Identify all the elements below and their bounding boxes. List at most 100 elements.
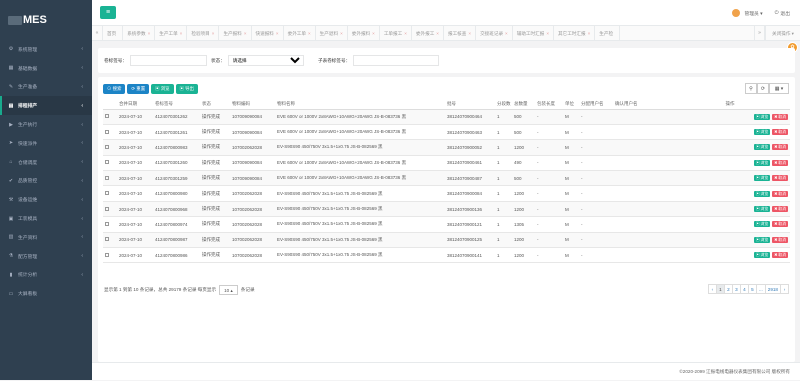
logout-icon[interactable]: ⏻ — [775, 10, 779, 16]
table-row[interactable]: 2024-07-10 4124070301261 操作完成 107009090084 E… — [103, 124, 790, 141]
sidebar-item[interactable]: ▤ 排程排产 ‹ — [0, 96, 92, 116]
close-icon[interactable]: × — [180, 31, 183, 36]
row-checkbox[interactable] — [105, 114, 109, 119]
tabs-scroll-left-button[interactable]: « — [92, 25, 103, 41]
tab[interactable]: 快速报料 × — [252, 25, 284, 41]
tab[interactable]: 生产报料 × — [219, 25, 252, 41]
sidebar-item[interactable]: ⌂ 仓储调度 ‹ — [0, 153, 92, 172]
row-view-button[interactable]: ▣ 浏览 — [753, 252, 771, 259]
user-menu[interactable]: 管理员 ▾ — [744, 10, 762, 17]
sidebar-item[interactable]: ▦ 基础数据 ‹ — [0, 59, 92, 78]
row-view-button[interactable]: ▣ 浏览 — [753, 113, 771, 120]
reset-button[interactable]: ⟳ 重置 — [127, 84, 150, 94]
row-view-button[interactable]: ▣ 浏览 — [753, 175, 771, 182]
sidebar-item[interactable]: ⚒ 设备运维 ‹ — [0, 190, 92, 209]
tab[interactable]: 生产检 — [595, 25, 621, 41]
row-cancel-button[interactable]: ✖ 取消 — [772, 190, 788, 197]
tabs-scroll-right-button[interactable]: » — [754, 25, 766, 41]
row-cancel-button[interactable]: ✖ 取消 — [772, 221, 788, 228]
close-icon[interactable]: × — [436, 31, 439, 36]
view-button[interactable]: ▣ 浏览 — [151, 84, 174, 94]
tab[interactable]: 辅助工时汇报 × — [513, 25, 554, 41]
row-checkbox-cell[interactable] — [103, 185, 117, 202]
sidebar-item[interactable]: ⚗ 配方管理 ‹ — [0, 247, 92, 266]
close-icon[interactable]: × — [546, 31, 549, 36]
row-cancel-button[interactable]: ✖ 取消 — [772, 236, 788, 243]
sidebar-item[interactable]: ▮ 统计分析 ‹ — [0, 266, 92, 285]
row-checkbox[interactable] — [105, 206, 109, 211]
tab[interactable]: 报工核查 × — [444, 25, 477, 41]
sidebar-item[interactable]: ▣ 工装模具 ‹ — [0, 209, 92, 228]
close-icon[interactable]: × — [244, 31, 247, 36]
row-view-button[interactable]: ▣ 浏览 — [753, 129, 771, 136]
row-view-button[interactable]: ▣ 浏览 — [753, 236, 771, 243]
batch-input[interactable] — [129, 55, 207, 66]
sidebar-item[interactable]: ▥ 生产资料 ‹ — [0, 228, 92, 247]
row-cancel-button[interactable]: ✖ 取消 — [772, 113, 788, 120]
close-operations-menu[interactable]: 关闭操作 ▾ — [765, 25, 800, 41]
sidebar-item[interactable]: ✎ 生产准备 ‹ — [0, 78, 92, 97]
row-checkbox[interactable] — [105, 221, 109, 226]
columns-button[interactable]: ▦ ▾ — [769, 83, 789, 94]
page-button[interactable]: 2918 — [764, 284, 781, 294]
tab[interactable]: 生产退料 × — [316, 25, 348, 41]
child-batch-input[interactable] — [353, 55, 440, 66]
row-checkbox-cell[interactable] — [103, 247, 117, 264]
row-cancel-button[interactable]: ✖ 取消 — [772, 206, 788, 213]
row-view-button[interactable]: ▣ 浏览 — [753, 190, 771, 197]
export-button[interactable]: ▣ 导出 — [175, 84, 198, 94]
row-checkbox[interactable] — [105, 191, 109, 196]
row-checkbox-cell[interactable] — [103, 139, 117, 156]
table-row[interactable]: 2024-07-10 4124070800968 操作完成 107002062028 E… — [103, 201, 790, 218]
row-cancel-button[interactable]: ✖ 取消 — [772, 129, 788, 136]
close-icon[interactable]: × — [308, 31, 311, 36]
close-icon[interactable]: × — [212, 31, 215, 36]
tab[interactable]: 委外报料 × — [348, 25, 380, 41]
row-checkbox-cell[interactable] — [103, 201, 117, 218]
search-button[interactable]: ⊙ 搜索 — [103, 84, 126, 94]
close-icon[interactable]: × — [148, 31, 151, 36]
logout-link[interactable]: 退出 — [780, 10, 790, 17]
sidebar-item[interactable]: ▶ 生产执行 ‹ — [0, 115, 92, 134]
close-icon[interactable]: × — [404, 31, 407, 36]
tab[interactable]: 生产工单 × — [155, 25, 188, 41]
menu-toggle-button[interactable]: ≡ — [100, 6, 116, 19]
close-icon[interactable]: × — [588, 31, 591, 36]
row-checkbox[interactable] — [105, 175, 109, 180]
tab[interactable]: 首页 — [103, 25, 124, 41]
row-view-button[interactable]: ▣ 浏览 — [753, 206, 771, 213]
tab[interactable]: 委外工单 × — [284, 25, 316, 41]
row-checkbox[interactable] — [105, 129, 109, 134]
tab[interactable]: 系统参数 × — [123, 25, 156, 41]
tab[interactable]: 委外报工 × — [412, 25, 444, 41]
row-cancel-button[interactable]: ✖ 取消 — [772, 144, 788, 151]
table-row[interactable]: 2024-07-10 4124070301262 操作完成 107009090084 E… — [103, 109, 790, 125]
row-cancel-button[interactable]: ✖ 取消 — [772, 252, 788, 259]
close-icon[interactable]: × — [276, 31, 279, 36]
tab[interactable]: 检验项目 × — [187, 25, 220, 41]
row-checkbox[interactable] — [105, 160, 109, 165]
row-checkbox-cell[interactable] — [103, 170, 117, 187]
status-select[interactable]: 请选择 — [227, 55, 304, 66]
row-checkbox-cell[interactable] — [103, 109, 117, 125]
sidebar-item[interactable]: ⚙ 系统管理 ‹ — [0, 40, 92, 59]
row-checkbox[interactable] — [105, 252, 109, 257]
row-checkbox[interactable] — [105, 144, 109, 149]
table-row[interactable]: 2024-07-10 4124070301260 操作完成 107009090084 E… — [103, 155, 790, 172]
refresh-button[interactable]: ⟳ — [757, 83, 769, 94]
row-checkbox-cell[interactable] — [103, 232, 117, 249]
row-view-button[interactable]: ▣ 浏览 — [753, 144, 771, 151]
row-checkbox[interactable] — [105, 237, 109, 242]
row-view-button[interactable]: ▣ 浏览 — [753, 221, 771, 228]
table-row[interactable]: 2024-07-10 4124070800983 操作完成 107002062028 E… — [103, 139, 790, 156]
table-row[interactable]: 2024-07-10 4124070800980 操作完成 107002062028 E… — [103, 185, 790, 202]
toggle-search-button[interactable]: ⚲ — [745, 83, 757, 94]
table-row[interactable]: 2024-07-10 4124070301259 操作完成 107009090084 E… — [103, 170, 790, 187]
table-row[interactable]: 2024-07-10 4124070800986 操作完成 107002062028 E… — [103, 247, 790, 264]
close-icon[interactable]: × — [505, 31, 508, 36]
avatar[interactable] — [732, 9, 741, 17]
table-row[interactable]: 2024-07-10 4124070800987 操作完成 107002062028 E… — [103, 232, 790, 249]
row-checkbox-cell[interactable] — [103, 216, 117, 233]
close-icon[interactable]: × — [372, 31, 375, 36]
page-size-select[interactable]: 10 ▴ — [219, 285, 238, 295]
